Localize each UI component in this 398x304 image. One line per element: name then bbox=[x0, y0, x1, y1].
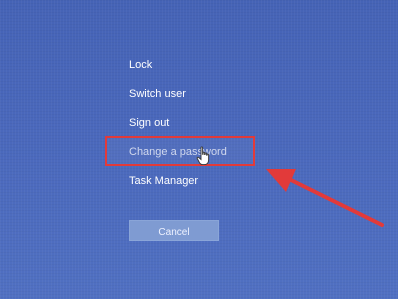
lock-option[interactable]: Lock bbox=[129, 58, 152, 72]
hand-pointer-icon bbox=[196, 146, 210, 166]
task-manager-option[interactable]: Task Manager bbox=[129, 174, 198, 188]
sign-out-option[interactable]: Sign out bbox=[129, 116, 169, 130]
security-options-screen: Lock Switch user Sign out Change a passw… bbox=[0, 0, 398, 304]
screen-bottom-edge bbox=[0, 299, 398, 304]
cancel-button[interactable]: Cancel bbox=[129, 220, 219, 241]
switch-user-option[interactable]: Switch user bbox=[129, 87, 186, 101]
red-arrow-annotation bbox=[266, 169, 384, 227]
change-password-option[interactable]: Change a password bbox=[129, 145, 227, 159]
